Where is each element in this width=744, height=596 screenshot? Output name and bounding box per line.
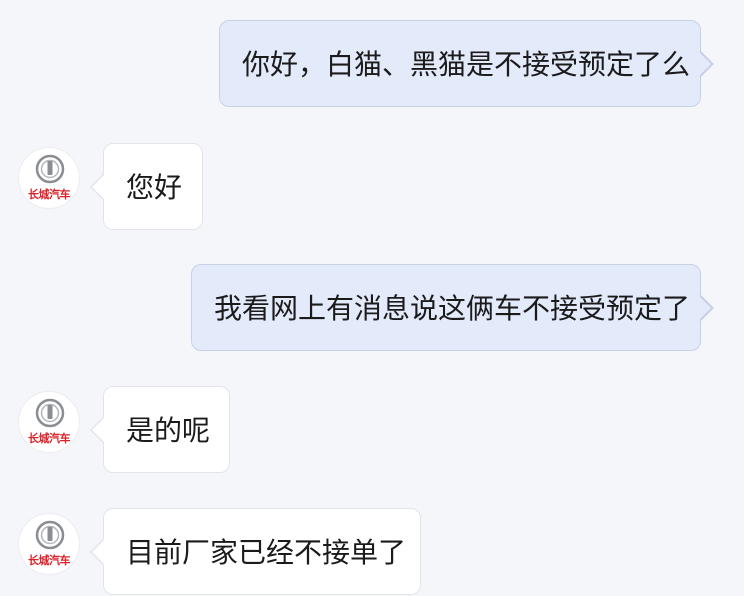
message-bubble-outgoing[interactable]: 你好，白猫、黑猫是不接受预定了么 <box>219 20 714 107</box>
message-bubble-incoming[interactable]: 您好 <box>90 143 203 230</box>
brand-label: 长城汽车 <box>28 432 71 445</box>
message-text: 是的呢 <box>126 414 211 447</box>
message-bubble-outgoing[interactable]: 我看网上有消息说这俩车不接受预定了 <box>191 264 714 351</box>
bubble-tail <box>698 294 714 322</box>
avatar[interactable]: 长城汽车 <box>18 513 80 575</box>
bubble-tail <box>90 416 104 444</box>
bubble-tail <box>90 173 104 201</box>
message-bubble-incoming[interactable]: 目前厂家已经不接单了 <box>90 508 421 595</box>
brand-label: 长城汽车 <box>28 554 71 567</box>
avatar[interactable]: 长城汽车 <box>18 147 80 209</box>
message-text: 您好 <box>126 171 183 204</box>
brand-label: 长城汽车 <box>28 188 71 201</box>
avatar[interactable]: 长城汽车 <box>18 391 80 453</box>
great-wall-logo-icon <box>35 154 65 184</box>
bubble-tail <box>90 538 104 566</box>
great-wall-logo-icon <box>35 520 65 550</box>
message-text: 我看网上有消息说这俩车不接受预定了 <box>214 292 691 325</box>
message-bubble-incoming[interactable]: 是的呢 <box>90 386 230 473</box>
great-wall-logo-icon <box>35 398 65 428</box>
message-text: 你好，白猫、黑猫是不接受预定了么 <box>242 48 691 81</box>
message-text: 目前厂家已经不接单了 <box>126 536 407 569</box>
bubble-tail <box>698 50 714 78</box>
